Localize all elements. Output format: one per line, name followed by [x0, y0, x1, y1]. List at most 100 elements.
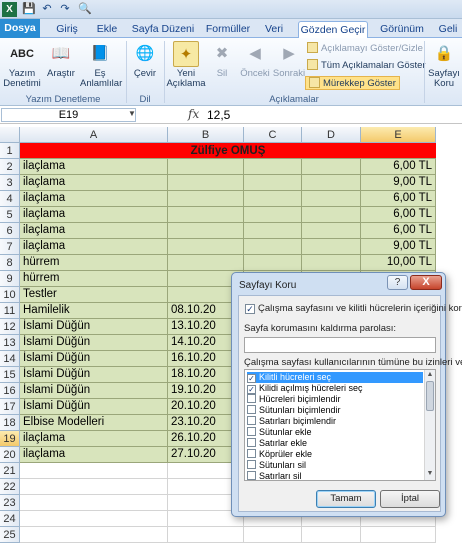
permission-item[interactable]: Sütunları sil — [247, 460, 423, 471]
cell-d2[interactable] — [302, 159, 361, 175]
permission-item[interactable]: Satırları biçimlendir — [247, 416, 423, 427]
cell-c8[interactable] — [244, 255, 302, 271]
cell-c4[interactable] — [244, 191, 302, 207]
redo-icon[interactable]: ↷ — [58, 2, 72, 16]
column-header-a[interactable]: A — [20, 127, 168, 143]
cell-a20[interactable]: ilaçlama — [20, 447, 168, 463]
row-header-7[interactable]: 7 — [0, 239, 20, 255]
close-button[interactable]: X — [410, 275, 442, 290]
scroll-thumb[interactable] — [426, 381, 434, 411]
row-header-24[interactable]: 24 — [0, 511, 20, 527]
cell-d5[interactable] — [302, 207, 361, 223]
cell-a6[interactable]: ilaçlama — [20, 223, 168, 239]
cell-e3[interactable]: 9,00 TL — [361, 175, 436, 191]
cancel-button[interactable]: İptal — [380, 490, 440, 508]
cell-e7[interactable]: 9,00 TL — [361, 239, 436, 255]
tab-view[interactable]: Görünüm — [378, 21, 426, 38]
cell-a19[interactable]: ilaçlama — [20, 431, 168, 447]
cell-b5[interactable] — [168, 207, 244, 223]
permission-item[interactable]: Köprüler ekle — [247, 449, 423, 460]
column-header-e[interactable]: E — [361, 127, 436, 143]
new-comment-button[interactable]: ✦ Yeni Açıklama — [166, 41, 206, 89]
spelling-button[interactable]: ABC Yazım Denetimi — [2, 41, 42, 89]
cell-a21[interactable] — [20, 463, 168, 479]
checkbox-icon[interactable] — [247, 416, 256, 425]
previous-comment-button[interactable]: ◀ Önceki — [238, 41, 272, 79]
row-header-6[interactable]: 6 — [0, 223, 20, 239]
tab-developer[interactable]: Geli — [434, 21, 462, 38]
scroll-up-icon[interactable]: ▲ — [425, 370, 435, 380]
row-header-16[interactable]: 16 — [0, 383, 20, 399]
show-all-comments-button[interactable]: Tüm Açıklamaları Göster — [307, 59, 426, 73]
checkbox-icon[interactable] — [247, 427, 256, 436]
permissions-list[interactable]: ✓ Kilitli hücreleri seç ✓ Kilidi açılmış hü… — [244, 369, 436, 481]
permission-item[interactable]: ✓ Kilidi açılmış hücreleri seç — [247, 383, 423, 394]
translate-button[interactable]: 🌐 Çevir — [130, 41, 160, 79]
cell-a22[interactable] — [20, 479, 168, 495]
cell-b25[interactable] — [168, 527, 244, 543]
column-header-b[interactable]: B — [168, 127, 244, 143]
row-header-1[interactable]: 1 — [0, 143, 20, 159]
cell-a15[interactable]: İslami Düğün — [20, 367, 168, 383]
cell-c7[interactable] — [244, 239, 302, 255]
checkbox-icon[interactable]: ✓ — [247, 374, 256, 383]
row-header-5[interactable]: 5 — [0, 207, 20, 223]
formula-input[interactable]: 12,5 — [207, 108, 230, 122]
cell-b3[interactable] — [168, 175, 244, 191]
cell-e25[interactable] — [361, 527, 436, 543]
save-icon[interactable]: 💾 — [22, 2, 36, 16]
scroll-down-icon[interactable]: ▼ — [425, 469, 435, 479]
cell-a23[interactable] — [20, 495, 168, 511]
permission-item[interactable]: Sütunları biçimlendir — [247, 405, 423, 416]
cell-a13[interactable]: İslami Düğün — [20, 335, 168, 351]
name-box[interactable]: E19 — [1, 108, 136, 122]
cell-d6[interactable] — [302, 223, 361, 239]
cell-b6[interactable] — [168, 223, 244, 239]
checkbox-icon[interactable] — [247, 405, 256, 414]
tab-formulas[interactable]: Formüller — [204, 21, 252, 38]
cell-b8[interactable] — [168, 255, 244, 271]
protect-contents-checkbox[interactable]: ✓ Çalışma sayfasını ve kilitli hücrelerin… — [245, 303, 462, 314]
checkbox-icon[interactable] — [247, 449, 256, 458]
cell-c6[interactable] — [244, 223, 302, 239]
row-header-13[interactable]: 13 — [0, 335, 20, 351]
cell-e4[interactable]: 6,00 TL — [361, 191, 436, 207]
permission-item[interactable]: Sütunlar ekle — [247, 427, 423, 438]
checkbox-icon[interactable] — [247, 394, 256, 403]
permission-item[interactable]: Satırlar ekle — [247, 438, 423, 449]
checkbox-icon[interactable]: ✓ — [247, 385, 256, 394]
password-input[interactable] — [244, 337, 436, 353]
protect-sheet-button[interactable]: 🔒 Sayfayı Koru — [426, 41, 462, 89]
row-header-19[interactable]: 19 — [0, 431, 20, 447]
row-header-14[interactable]: 14 — [0, 351, 20, 367]
checkbox-icon[interactable] — [247, 460, 256, 469]
next-comment-button[interactable]: ▶ Sonraki — [272, 41, 306, 79]
thesaurus-button[interactable]: 📘 Eş Anlamlılar — [80, 41, 122, 89]
permission-item[interactable]: ✓ Kilitli hücreleri seç — [247, 372, 423, 383]
cell-e2[interactable]: 6,00 TL — [361, 159, 436, 175]
cell-a7[interactable]: ilaçlama — [20, 239, 168, 255]
chevron-down-icon[interactable]: ▼ — [128, 109, 136, 118]
cell-a5[interactable]: ilaçlama — [20, 207, 168, 223]
row-header-22[interactable]: 22 — [0, 479, 20, 495]
permission-item[interactable]: Satırları sil — [247, 471, 423, 480]
row-header-25[interactable]: 25 — [0, 527, 20, 543]
cell-d25[interactable] — [302, 527, 361, 543]
cell-c2[interactable] — [244, 159, 302, 175]
cell-a17[interactable]: İslami Düğün — [20, 399, 168, 415]
cell-e5[interactable]: 6,00 TL — [361, 207, 436, 223]
undo-icon[interactable]: ↶ — [40, 2, 54, 16]
cell-d4[interactable] — [302, 191, 361, 207]
row-header-23[interactable]: 23 — [0, 495, 20, 511]
tab-home[interactable]: Giriş — [50, 21, 84, 38]
cell-c5[interactable] — [244, 207, 302, 223]
cell-b2[interactable] — [168, 159, 244, 175]
select-all-corner[interactable] — [0, 127, 20, 143]
cell-a25[interactable] — [20, 527, 168, 543]
cell-b7[interactable] — [168, 239, 244, 255]
cell-a9[interactable]: hürrem — [20, 271, 168, 287]
cell-a10[interactable]: Testler — [20, 287, 168, 303]
row-header-8[interactable]: 8 — [0, 255, 20, 271]
permission-item[interactable]: Hücreleri biçimlendir — [247, 394, 423, 405]
cell-d8[interactable] — [302, 255, 361, 271]
